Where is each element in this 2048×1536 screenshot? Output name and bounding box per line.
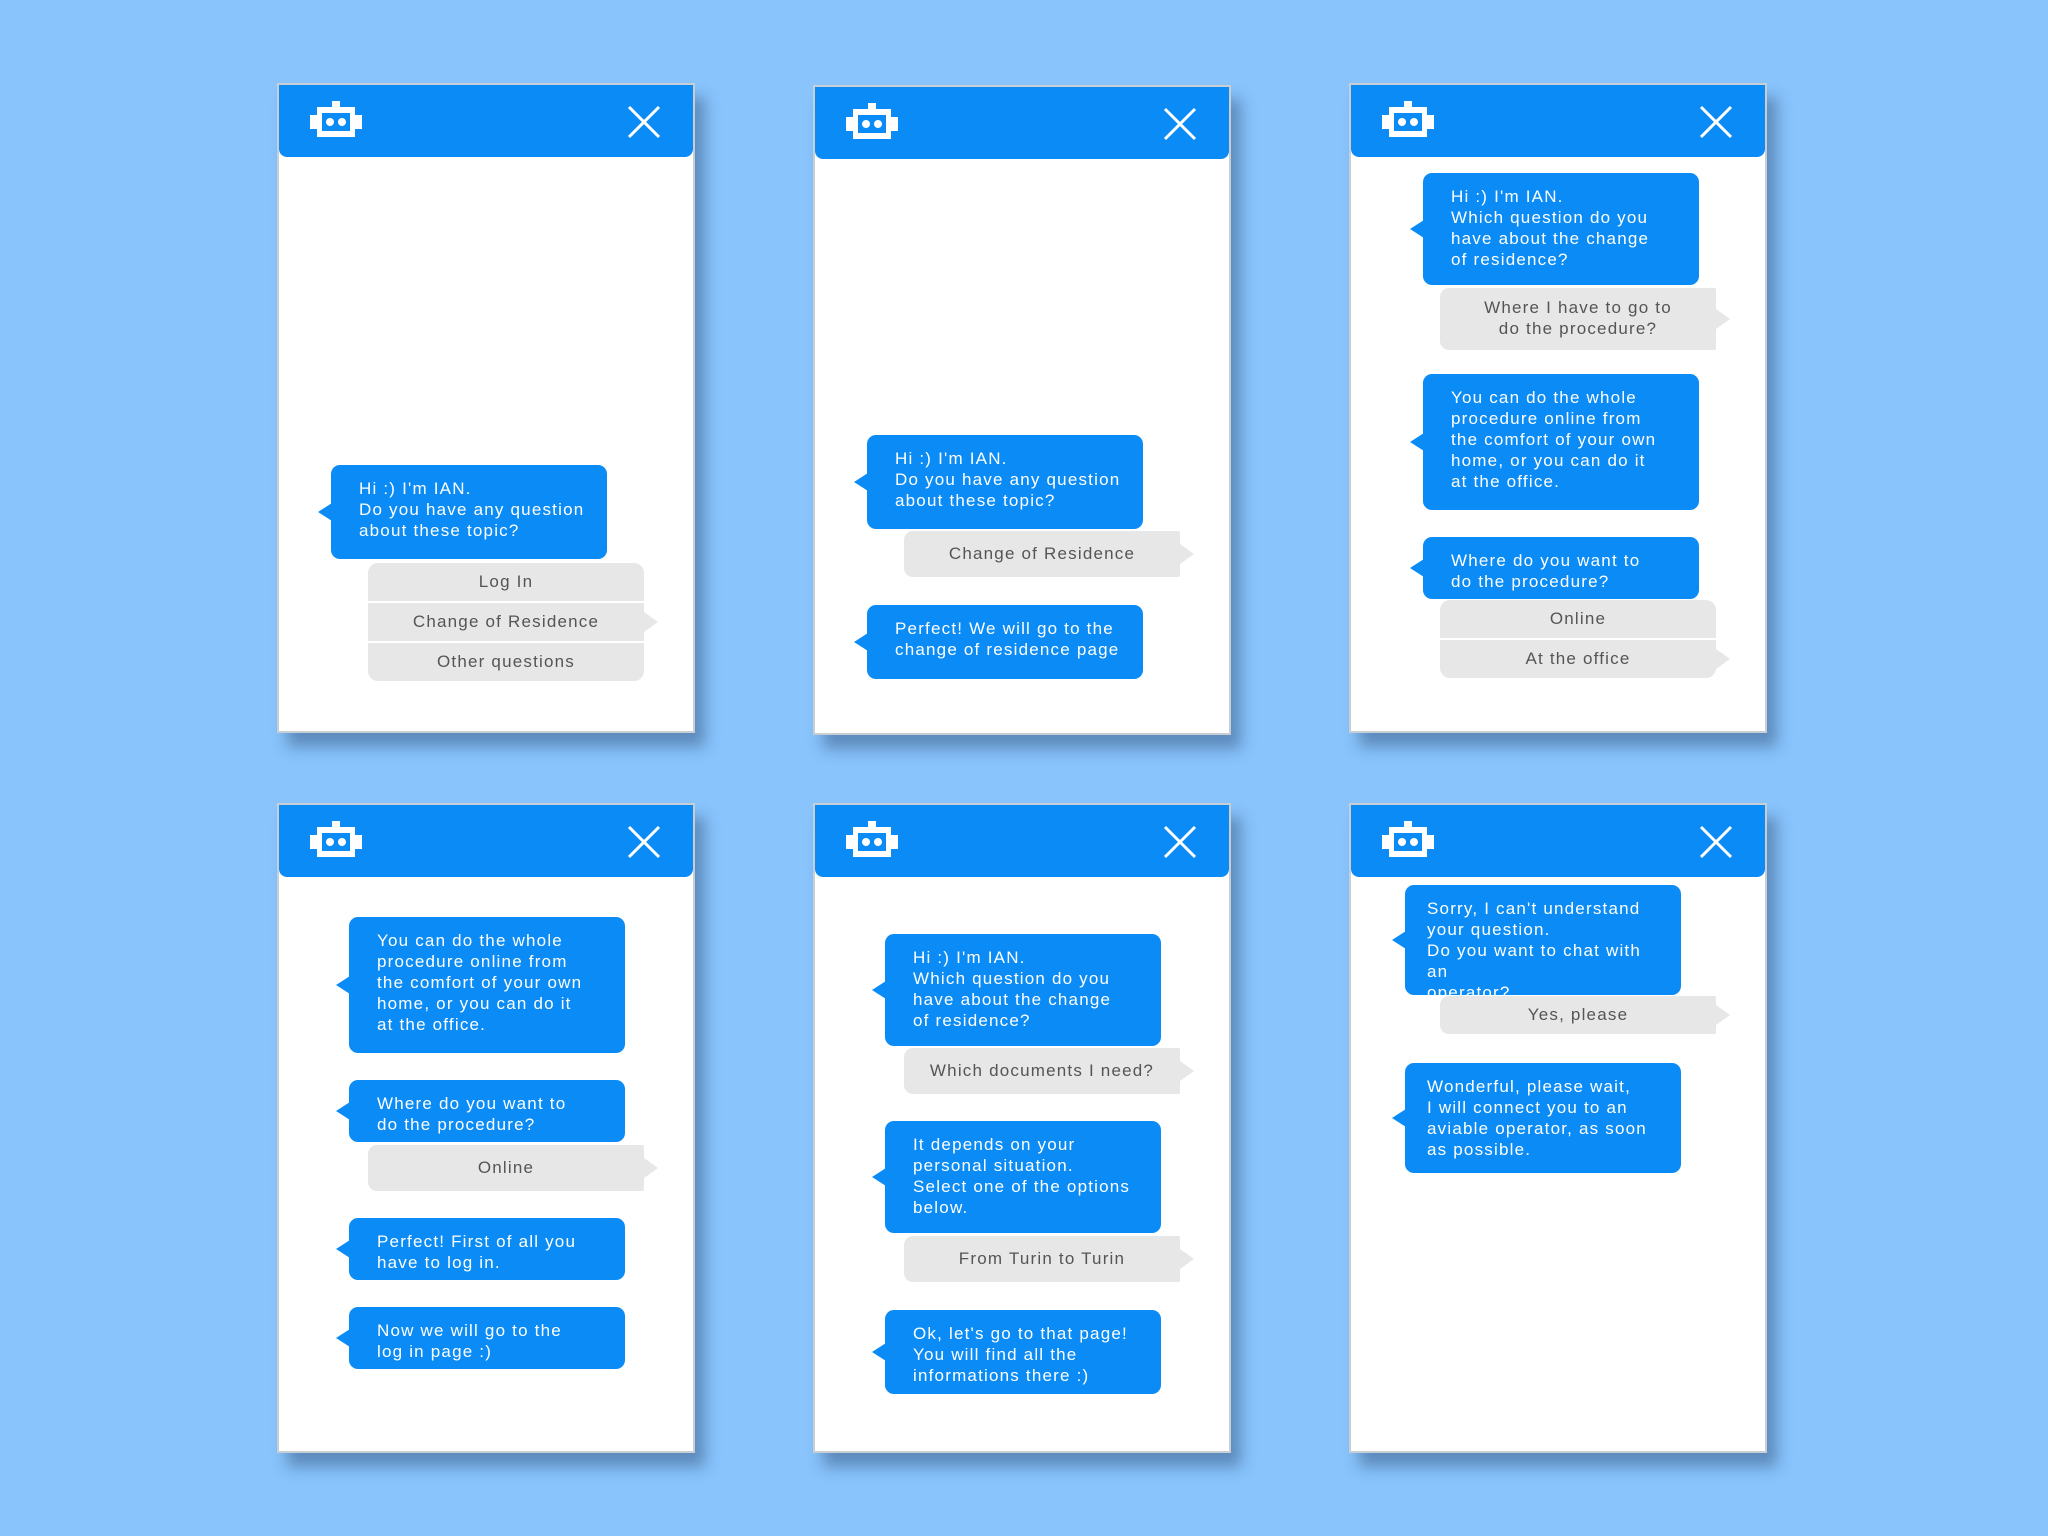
chat-header [815,87,1229,159]
chat-window-6: Sorry, I can't understand your question.… [1349,803,1767,1453]
bot-message: Hi :) I'm IAN. Which question do you hav… [1410,173,1699,285]
bot-message: Ok, let's go to that page! You will find… [872,1310,1161,1394]
bot-message: Where do you want to do the procedure? [1410,537,1699,599]
close-icon[interactable] [1163,825,1197,859]
robot-icon [1382,101,1434,137]
bot-message: Now we will go to the log in page :) [336,1307,625,1369]
robot-icon [310,101,362,137]
user-message: From Turin to Turin [904,1236,1194,1282]
option-at-the-office[interactable]: At the office [1440,640,1730,678]
bot-message: Where do you want to do the procedure? [336,1080,625,1142]
chat-header [1351,85,1765,157]
user-message: Yes, please [1440,996,1730,1034]
chat-header [815,805,1229,877]
close-icon[interactable] [627,105,661,139]
close-icon[interactable] [627,825,661,859]
close-icon[interactable] [1699,825,1733,859]
bot-message: Perfect! First of all you have to log in… [336,1218,625,1280]
option-change-of-residence[interactable]: Change of Residence [368,603,658,641]
option-other-questions[interactable]: Other questions [368,643,644,681]
bot-message: You can do the whole procedure online fr… [336,917,625,1053]
chat-window-1: Hi :) I'm IAN. Do you have any question … [277,83,695,733]
robot-icon [846,821,898,857]
bot-message: Wonderful, please wait, I will connect y… [1392,1063,1681,1173]
chat-window-5: Hi :) I'm IAN. Which question do you hav… [813,803,1231,1453]
chat-window-3: Hi :) I'm IAN. Which question do you hav… [1349,83,1767,733]
chat-window-2: Hi :) I'm IAN. Do you have any question … [813,85,1231,735]
bot-message: Hi :) I'm IAN. Do you have any question … [854,435,1143,529]
option-log-in[interactable]: Log In [368,563,644,601]
quick-reply-options: Log In Change of Residence Other questio… [368,563,658,681]
chat-header [279,805,693,877]
close-icon[interactable] [1699,105,1733,139]
bot-message: Hi :) I'm IAN. Do you have any question … [318,465,607,559]
quick-reply-options: Online At the office [1440,600,1730,678]
chat-header [1351,805,1765,877]
bot-message: Perfect! We will go to the change of res… [854,605,1143,679]
bot-message: It depends on your personal situation. S… [872,1121,1161,1233]
robot-icon [310,821,362,857]
chat-header [279,85,693,157]
bot-message: Hi :) I'm IAN. Which question do you hav… [872,934,1161,1046]
close-icon[interactable] [1163,107,1197,141]
chat-window-4: You can do the whole procedure online fr… [277,803,695,1453]
user-message: Where I have to go to do the procedure? [1440,288,1730,350]
user-message: Online [368,1145,658,1191]
option-online[interactable]: Online [1440,600,1716,638]
user-message: Which documents I need? [904,1048,1194,1094]
bot-message: You can do the whole procedure online fr… [1410,374,1699,510]
bot-message: Sorry, I can't understand your question.… [1392,885,1681,1002]
user-message: Change of Residence [904,531,1194,577]
robot-icon [1382,821,1434,857]
robot-icon [846,103,898,139]
